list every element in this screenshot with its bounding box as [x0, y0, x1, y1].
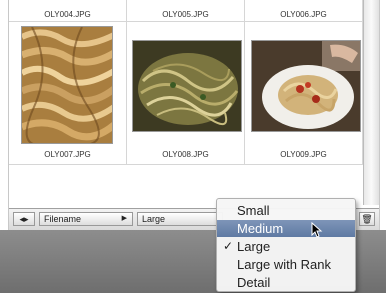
- thumbnail-filename: OLY004.JPG: [44, 10, 91, 19]
- mouse-pointer-icon: [311, 222, 323, 238]
- thumbnail-filename: OLY006.JPG: [280, 10, 327, 19]
- thumbnail-cell[interactable]: OLY006.JPG: [245, 0, 363, 22]
- thumbnail-cell[interactable]: OLY008.JPG: [127, 22, 245, 165]
- file-browser-panel: OLY004.JPG OLY005.JPG OLY006.JPG OLY007.…: [8, 0, 380, 230]
- checkmark-icon: ✓: [223, 239, 234, 253]
- thumbnail-cell[interactable]: OLY007.JPG: [9, 22, 127, 165]
- thumbnail-grid: OLY004.JPG OLY005.JPG OLY006.JPG OLY007.…: [9, 0, 363, 205]
- view-size-label: Large: [142, 214, 166, 224]
- thumbnail-cell[interactable]: OLY009.JPG: [245, 22, 363, 165]
- thumbnail-cell[interactable]: OLY004.JPG: [9, 0, 127, 22]
- menu-item-large[interactable]: ✓ Large: [217, 238, 355, 255]
- menu-item-medium[interactable]: Medium: [217, 220, 355, 237]
- thumbnail-cell[interactable]: OLY005.JPG: [127, 0, 245, 22]
- pasta-photo: [252, 41, 360, 131]
- menu-item-small[interactable]: Small: [217, 202, 355, 219]
- resize-arrows-icon: ◂▸: [19, 214, 29, 224]
- thumbnail-filename: OLY005.JPG: [162, 10, 209, 19]
- thumbnail-filename: OLY007.JPG: [44, 150, 91, 159]
- menu-item-large-with-rank[interactable]: Large with Rank: [217, 256, 355, 273]
- photo-thumbnail[interactable]: [132, 40, 242, 132]
- popup-arrow-icon: ▶: [121, 215, 127, 222]
- thumbnail-filename: OLY008.JPG: [162, 150, 209, 159]
- photo-thumbnail[interactable]: [21, 26, 113, 144]
- pasta-photo: [22, 27, 112, 143]
- view-size-popup[interactable]: Large: [137, 212, 223, 226]
- photo-thumbnail[interactable]: [251, 40, 361, 132]
- view-size-menu: Small Medium ✓ Large Large with Rank Det…: [216, 198, 356, 292]
- thumbnail-filename: OLY009.JPG: [280, 150, 327, 159]
- trash-icon: 🗑: [361, 214, 373, 224]
- pasta-photo: [133, 41, 241, 131]
- sort-by-popup[interactable]: Filename ▶: [39, 212, 133, 226]
- trash-button[interactable]: 🗑: [359, 212, 375, 226]
- view-toggle-button[interactable]: ◂▸: [13, 212, 35, 226]
- vertical-scrollbar[interactable]: [363, 0, 379, 205]
- sort-by-label: Filename: [44, 214, 82, 224]
- menu-item-detail[interactable]: Detail: [217, 274, 355, 291]
